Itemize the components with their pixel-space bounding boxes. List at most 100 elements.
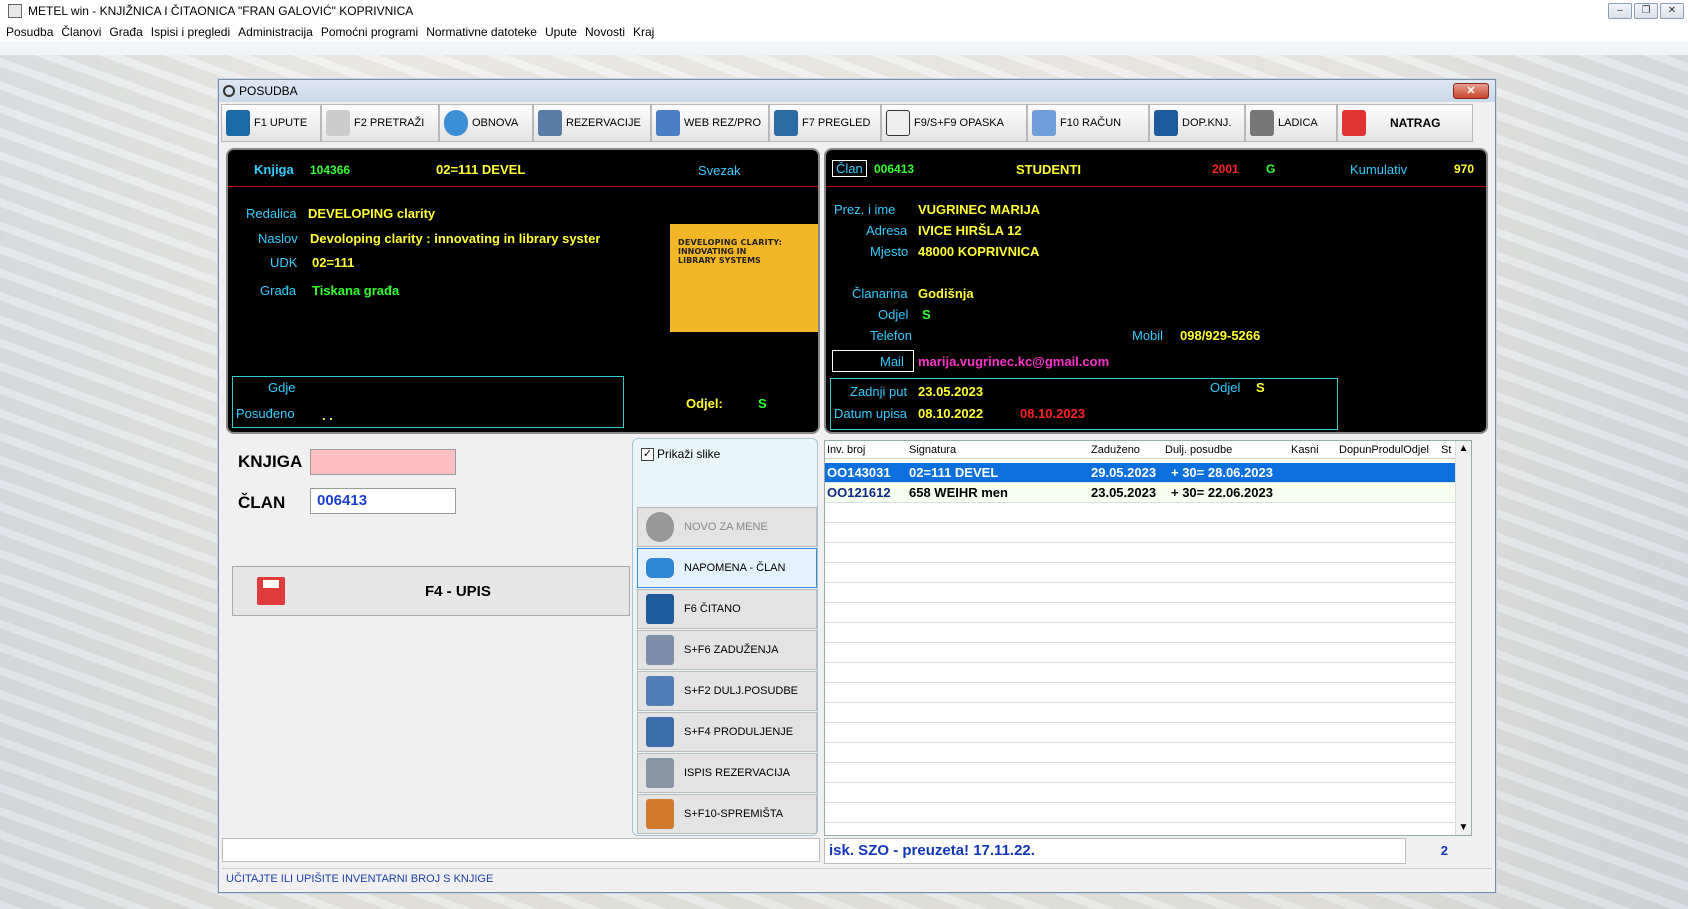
door-icon — [646, 799, 674, 829]
status-bar: UČITAJTE ILI UPIŠITE INVENTARNI BROJ S K… — [222, 868, 1492, 890]
svezak-label: Svezak — [698, 163, 741, 178]
col-zaduzeno[interactable]: Zaduženo — [1091, 444, 1140, 456]
table-row[interactable]: OO143031 02=111 DEVEL 29.05.2023 + 30= 2… — [825, 463, 1457, 483]
clan-label: Član — [832, 160, 867, 177]
knjiga-input[interactable] — [310, 449, 456, 475]
menu-grada[interactable]: Građa — [109, 25, 142, 39]
books-icon — [1154, 110, 1178, 136]
menu-upute[interactable]: Upute — [545, 25, 577, 39]
scroll-up-icon[interactable]: ▲ — [1456, 443, 1471, 454]
mail-value[interactable]: marija.vugrinec.kc@gmail.com — [918, 354, 1109, 369]
col-st[interactable]: St — [1441, 444, 1451, 456]
grada-label: Građa — [260, 283, 297, 298]
knjiga-input-label: KNJIGA — [238, 452, 303, 471]
natrag-button[interactable]: NATRAG — [1337, 104, 1473, 142]
adresa-label: Adresa — [866, 223, 908, 238]
novo-za-mene-button[interactable]: NOVO ZA MENE — [637, 507, 817, 547]
speech-bubble-icon — [646, 558, 674, 578]
book-user-icon — [774, 110, 798, 136]
pregled-button[interactable]: F7 PREGLED — [769, 104, 881, 142]
action-column: ✓ Prikaži slike NOVO ZA MENE NAPOMENA - Č… — [632, 438, 818, 836]
refresh-icon — [444, 110, 468, 136]
racun-label: F10 RAČUN — [1060, 117, 1122, 129]
ladica-button[interactable]: LADICA — [1245, 104, 1337, 142]
prikazi-slike-checkbox[interactable]: ✓ Prikaži slike — [641, 447, 720, 461]
cell-inv: OO121612 — [827, 485, 891, 500]
napomena-clan-label: NAPOMENA - ČLAN — [684, 562, 786, 574]
col-dopun[interactable]: DopunProdulOdjel — [1339, 444, 1429, 456]
obnova-button[interactable]: OBNOVA — [439, 104, 533, 142]
book-cover-image: DEVELOPING CLARITY: INNOVATING IN LIBRAR… — [670, 224, 818, 332]
mobil-value: 098/929-5266 — [1180, 328, 1261, 343]
opaska-label: F9/S+F9 OPASKA — [914, 117, 1004, 129]
pretrazi-label: F2 PRETRAŽI — [354, 117, 425, 129]
clan-input[interactable]: 006413 — [310, 488, 456, 514]
ispis-rezervacija-button[interactable]: ISPIS REZERVACIJA — [637, 753, 817, 793]
spremista-button[interactable]: S+F10-SPREMIŠTA — [637, 794, 817, 834]
menu-posudba[interactable]: Posudba — [6, 25, 53, 39]
upute-button[interactable]: F1 UPUTE — [221, 104, 321, 142]
mail-label: Mail — [880, 354, 904, 369]
binoculars-icon — [326, 110, 350, 136]
calendar-icon — [538, 110, 562, 136]
rezervacije-button[interactable]: REZERVACIJE — [533, 104, 651, 142]
odjel-value: S — [758, 396, 767, 411]
pretrazi-button[interactable]: F2 PRETRAŽI — [321, 104, 439, 142]
zaduzenja-button[interactable]: S+F6 ZADUŽENJA — [637, 630, 817, 670]
menu-novosti[interactable]: Novosti — [585, 25, 625, 39]
table-row[interactable]: OO121612 658 WEIHR men 23.05.2023 + 30= … — [825, 483, 1457, 503]
dulj-posudbe-button[interactable]: S+F2 DULJ.POSUDBE — [637, 671, 817, 711]
dop-knj-label: DOP.KNJ. — [1182, 117, 1232, 129]
app-icon — [8, 4, 22, 18]
member-flag: G — [1266, 162, 1276, 176]
adresa-value: IVICE HIRŠLA 12 — [918, 223, 1022, 238]
menu-administracija[interactable]: Administracija — [238, 25, 313, 39]
citano-button[interactable]: F6 ČITANO — [637, 589, 817, 629]
web-rez-button[interactable]: WEB REZ/PRO — [651, 104, 769, 142]
cell-zaduzeno: 23.05.2023 — [1091, 485, 1157, 500]
mjesto-label: Mjesto — [870, 244, 909, 259]
udk-value: 02=111 — [312, 255, 355, 270]
help-book-icon — [226, 110, 250, 136]
zadnji-put-label: Zadnji put — [850, 384, 908, 399]
book-code: 02=111 DEVEL — [436, 162, 526, 177]
note-icon — [886, 110, 910, 136]
dialog-close-button[interactable]: ✕ — [1453, 83, 1489, 99]
col-dulj-posudbe[interactable]: Dulj. posudbe — [1165, 444, 1232, 456]
cover-title-3: LIBRARY SYSTEMS — [678, 256, 761, 265]
prez-ime-value: VUGRINEC MARIJA — [918, 202, 1041, 217]
web-rez-label: WEB REZ/PRO — [684, 117, 762, 129]
menu-ispisi[interactable]: Ispisi i pregledi — [151, 25, 230, 39]
dop-knj-button[interactable]: DOP.KNJ. — [1149, 104, 1245, 142]
minimize-button[interactable]: – — [1608, 3, 1632, 19]
menu-normativne[interactable]: Normativne datoteke — [426, 25, 537, 39]
table-scrollbar[interactable]: ▲ ▼ — [1455, 441, 1471, 835]
scroll-down-icon[interactable]: ▼ — [1456, 822, 1471, 833]
toolbar: F1 UPUTE F2 PRETRAŽI OBNOVA REZERVACIJE … — [221, 104, 1473, 142]
posudeno-value: . . — [322, 408, 333, 423]
book-panel: Knjiga 104366 02=111 DEVEL Svezak Redali… — [226, 148, 820, 434]
napomena-clan-button[interactable]: NAPOMENA - ČLAN — [637, 548, 817, 588]
upis-label: F4 - UPIS — [425, 582, 491, 600]
col-kasni[interactable]: Kasni — [1291, 444, 1319, 456]
col-signatura[interactable]: Signatura — [909, 444, 956, 456]
racun-button[interactable]: F10 RAČUN — [1027, 104, 1149, 142]
citano-label: F6 ČITANO — [684, 603, 741, 615]
kumulativ-value: 970 — [1454, 162, 1475, 176]
col-inv-broj[interactable]: Inv. broj — [827, 444, 865, 456]
rezervacije-label: REZERVACIJE — [566, 117, 641, 129]
menu-clanovi[interactable]: Članovi — [61, 25, 101, 39]
menu-pomocni[interactable]: Pomoćni programi — [321, 25, 418, 39]
cell-inv: OO143031 — [827, 465, 891, 480]
opaska-button[interactable]: F9/S+F9 OPASKA — [881, 104, 1027, 142]
upis-button[interactable]: F4 - UPIS — [232, 566, 630, 616]
redalica-value: DEVELOPING clarity — [308, 206, 436, 221]
datum-upisa-label: Datum upisa — [834, 406, 907, 421]
restore-button[interactable]: ❐ — [1634, 3, 1658, 19]
status-count: 2 — [1440, 843, 1448, 858]
menu-kraj[interactable]: Kraj — [633, 25, 654, 39]
extend-icon — [646, 676, 674, 706]
close-icon[interactable]: ✕ — [1660, 3, 1684, 19]
produljenje-button[interactable]: S+F4 PRODULJENJE — [637, 712, 817, 752]
printer-icon — [646, 635, 674, 665]
